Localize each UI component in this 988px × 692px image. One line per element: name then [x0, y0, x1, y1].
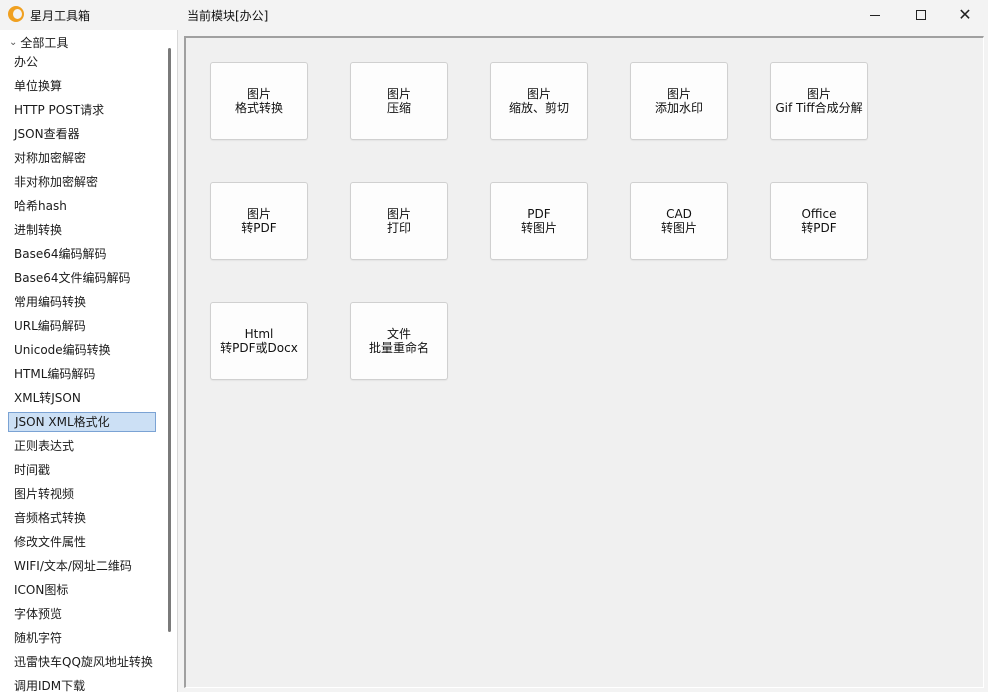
sidebar-item[interactable]: 常用编码转换 — [14, 292, 86, 312]
tool-tile-line1: 图片 — [386, 87, 411, 101]
maximize-button[interactable] — [898, 0, 944, 30]
tool-tile-line2: 批量重命名 — [368, 341, 429, 355]
tool-tile-line2: 转图片 — [520, 221, 557, 235]
tool-tile-line2: 转PDF — [241, 221, 277, 235]
tool-tile[interactable]: 图片 转PDF — [210, 182, 308, 260]
tool-tile-line2: 压缩 — [386, 101, 411, 115]
tool-tile[interactable]: 文件 批量重命名 — [350, 302, 448, 380]
sidebar: ⌄ 全部工具 办公单位换算 HTTP POST请求 JSON查看器 对称加密解密 非对称… — [0, 30, 178, 692]
chevron-down-icon[interactable]: ⌄ — [9, 37, 17, 48]
sidebar-item[interactable]: 办公 — [14, 52, 38, 72]
sidebar-item[interactable]: JSON XML格式化 — [8, 412, 156, 432]
sidebar-item[interactable]: 音频格式转换 — [14, 508, 86, 528]
sidebar-item[interactable]: Unicode编码转换 — [14, 340, 111, 360]
sidebar-item[interactable]: 单位换算 — [14, 76, 62, 96]
tool-tile[interactable]: 图片 打印 — [350, 182, 448, 260]
tool-tile[interactable]: 图片 添加水印 — [630, 62, 728, 140]
tool-tile-line2: 转PDF或Docx — [220, 341, 298, 355]
sidebar-item[interactable]: 非对称加密解密 — [14, 172, 98, 192]
sidebar-item[interactable]: 修改文件属性 — [14, 532, 86, 552]
tool-tile[interactable]: CAD 转图片 — [630, 182, 728, 260]
sidebar-item[interactable]: Base64文件编码解码 — [14, 268, 131, 288]
tool-tile[interactable]: 图片 格式转换 — [210, 62, 308, 140]
tree-root-label: 全部工具 — [20, 35, 69, 50]
sidebar-item[interactable]: 哈希hash — [14, 196, 67, 216]
tool-tile[interactable]: Office 转PDF — [770, 182, 868, 260]
sidebar-scrollbar[interactable] — [168, 48, 171, 632]
sidebar-item[interactable]: 字体预览 — [14, 604, 62, 624]
tool-tile-line1: 图片 — [526, 87, 551, 101]
close-button[interactable]: ✕ — [942, 0, 988, 30]
tool-tile-line2: 转PDF — [801, 221, 837, 235]
minimize-button[interactable] — [852, 0, 898, 30]
sidebar-item[interactable]: JSON查看器 — [14, 124, 80, 144]
tool-tile[interactable]: 图片 压缩 — [350, 62, 448, 140]
tool-tree: ⌄ 全部工具 办公单位换算 HTTP POST请求 JSON查看器 对称加密解密 非对称… — [4, 30, 162, 692]
tool-tile-line1: 图片 — [246, 87, 271, 101]
module-title: 当前模块[办公] — [187, 9, 269, 23]
tool-tile[interactable]: Html 转PDF或Docx — [210, 302, 308, 380]
tool-tile-line1: Html — [244, 327, 274, 341]
tool-tile-line1: 图片 — [386, 207, 411, 221]
tool-tile[interactable]: PDF 转图片 — [490, 182, 588, 260]
sidebar-item[interactable]: Base64编码解码 — [14, 244, 107, 264]
tree-root[interactable]: ⌄ 全部工具 — [9, 33, 68, 51]
sidebar-item[interactable]: 正则表达式 — [14, 436, 74, 456]
app-logo-icon — [8, 6, 24, 22]
sidebar-item[interactable]: 时间戳 — [14, 460, 50, 480]
tool-tile[interactable]: 图片 Gif Tiff合成分解 — [770, 62, 868, 140]
tool-tile-line2: Gif Tiff合成分解 — [775, 101, 863, 115]
tool-tile-line2: 添加水印 — [654, 101, 703, 115]
sidebar-item[interactable]: URL编码解码 — [14, 316, 86, 336]
sidebar-item[interactable]: 随机字符 — [14, 628, 62, 648]
title-bar: 星月工具箱 当前模块[办公] ✕ — [0, 0, 988, 30]
tool-tile-line1: PDF — [527, 207, 551, 221]
tool-tile-line1: 图片 — [246, 207, 271, 221]
sidebar-item[interactable]: HTTP POST请求 — [14, 100, 104, 120]
sidebar-item[interactable]: 进制转换 — [14, 220, 62, 240]
sidebar-item[interactable]: WIFI/文本/网址二维码 — [14, 556, 132, 576]
sidebar-item[interactable]: 图片转视频 — [14, 484, 74, 504]
tool-tile-line1: 图片 — [806, 87, 831, 101]
tool-tile[interactable]: 图片 缩放、剪切 — [490, 62, 588, 140]
sidebar-item[interactable]: HTML编码解码 — [14, 364, 95, 384]
tool-tile-line1: Office — [801, 207, 837, 221]
tool-tile-line2: 打印 — [386, 221, 411, 235]
sidebar-item[interactable]: 调用IDM下载 — [14, 676, 85, 692]
sidebar-item[interactable]: XML转JSON — [14, 388, 81, 408]
sidebar-item[interactable]: 对称加密解密 — [14, 148, 86, 168]
tool-tile-line1: 文件 — [386, 327, 411, 341]
tool-tile-line2: 缩放、剪切 — [508, 101, 569, 115]
tool-tile-line1: 图片 — [666, 87, 691, 101]
tool-tile-line1: CAD — [666, 207, 692, 221]
maximize-icon — [916, 10, 926, 20]
sidebar-item[interactable]: ICON图标 — [14, 580, 68, 600]
minimize-icon — [870, 14, 880, 16]
tool-panel: 图片 格式转换 图片 压缩 图片 缩放、剪切 图片 添加水印 图片 Gif Tiff合成分解 图片转… — [184, 36, 984, 688]
sidebar-item[interactable]: 迅雷快车QQ旋风地址转换 — [14, 652, 153, 672]
tool-tile-line2: 格式转换 — [234, 101, 283, 115]
close-icon: ✕ — [958, 5, 972, 24]
tool-tile-line2: 转图片 — [660, 221, 697, 235]
app-title: 星月工具箱 — [30, 9, 91, 23]
